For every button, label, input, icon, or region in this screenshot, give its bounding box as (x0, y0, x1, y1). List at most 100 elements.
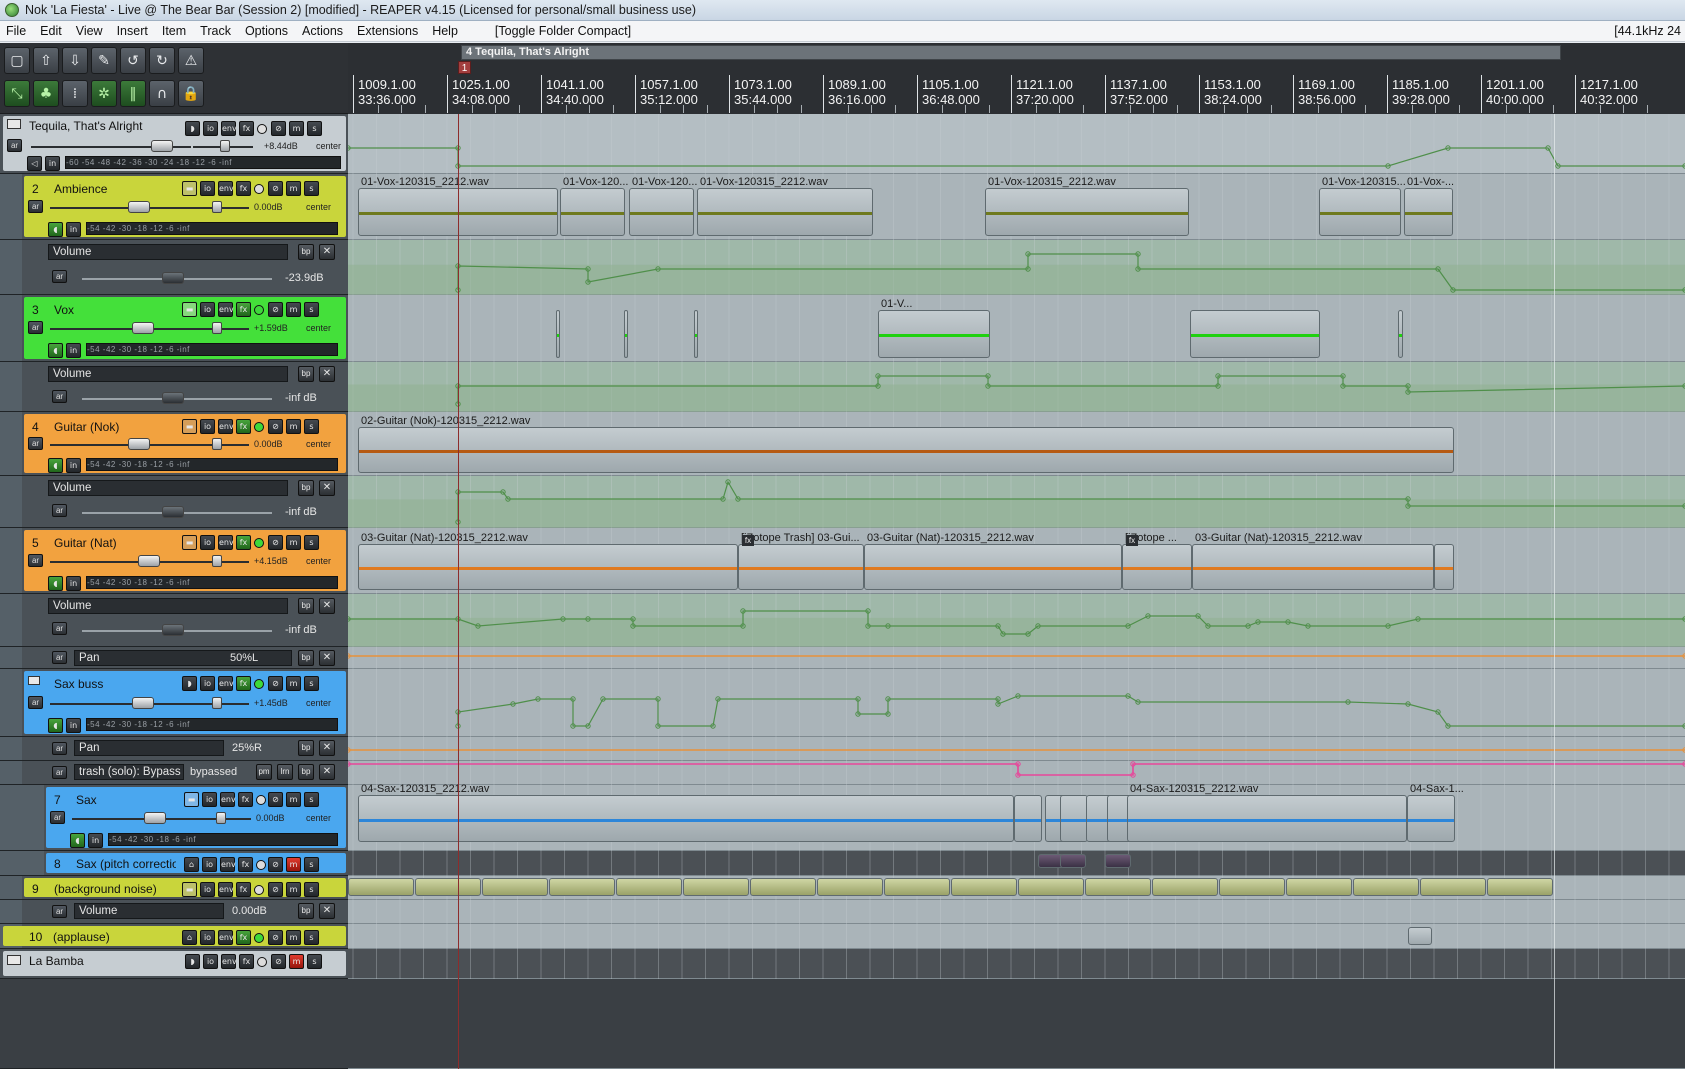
envelope-lane-sax-buss-bypass[interactable]: ar trash (solo): Bypass bypassed pm lrn … (0, 761, 348, 785)
envelope-bypass-button[interactable]: bp (298, 903, 314, 919)
io-button[interactable]: io (203, 954, 218, 969)
fx-enable-icon[interactable] (257, 957, 267, 967)
input-button[interactable]: in (45, 156, 60, 171)
record-mode-button[interactable]: ⊘ (268, 181, 283, 196)
applause-item[interactable] (1408, 927, 1432, 945)
mute-button[interactable]: m (286, 882, 301, 897)
envelope-lane-ambience-volume[interactable]: Volume bp ✕ ar -23.9dB (0, 240, 348, 295)
track-folder-la-bamba[interactable]: La Bamba ◗ io env fx ⊘ m s (0, 949, 348, 979)
fx-enable-icon[interactable] (254, 933, 264, 943)
io-button[interactable]: io (200, 419, 215, 434)
ruler-measure[interactable]: 1169.1.00 38:56.000 (1293, 75, 1385, 113)
env-button[interactable]: env (218, 882, 234, 897)
io-button[interactable]: io (200, 535, 215, 550)
envelope-close-button[interactable]: ✕ (319, 244, 335, 260)
new-project-icon[interactable]: ▢ (4, 47, 30, 74)
envelope-close-button[interactable]: ✕ (319, 480, 335, 496)
arm-button[interactable]: ar (7, 139, 22, 152)
phase-icon[interactable]: ◗ (185, 121, 200, 136)
envelope-lane-guitar-nat-volume[interactable]: Volume bp ✕ ar -inf dB (0, 594, 348, 647)
toggle-folder-compact-button[interactable]: [Toggle Folder Compact] (489, 24, 637, 38)
fx-enable-icon[interactable] (256, 860, 266, 870)
region-bar[interactable]: 4 Tequila, That's Alright (461, 45, 1561, 60)
envelope-name-box[interactable]: Volume (74, 903, 224, 919)
fx-button[interactable]: fx (239, 954, 254, 969)
media-item[interactable]: 04-Sax-120315_2212.wav (358, 783, 1014, 842)
ruler-measure[interactable]: 1185.1.00 39:28.000 (1387, 75, 1479, 113)
menu-insert[interactable]: Insert (110, 24, 155, 38)
record-mode-button[interactable]: ⊘ (268, 676, 283, 691)
folder-state-icon[interactable]: ▬ (184, 792, 199, 807)
media-item[interactable]: [iZotope ... (1122, 532, 1192, 590)
env-button[interactable]: env (220, 857, 236, 872)
env-button[interactable]: env (218, 535, 234, 550)
envelope-lane-guitar-nok-volume[interactable]: Volume bp ✕ ar -inf dB (0, 476, 348, 528)
record-mode-button[interactable]: ⊘ (268, 302, 283, 317)
media-item[interactable] (1434, 544, 1454, 590)
monitor-button[interactable]: ◖ (48, 343, 63, 358)
arrange-view[interactable]: 01-Vox-120315_2212.wav 01-Vox-120... 01-Vo… (348, 114, 1685, 1069)
io-button[interactable]: io (200, 181, 215, 196)
fx-button[interactable]: fx (236, 302, 251, 317)
volume-fader-track[interactable] (50, 561, 200, 563)
track-2-ambience[interactable]: 2 Ambience ▬ io env fx ⊘ m s ar 0.00dB c… (0, 174, 348, 240)
fx-enable-icon[interactable] (256, 795, 266, 805)
input-button[interactable]: in (66, 576, 81, 591)
ruler-measure[interactable]: 1137.1.00 37:52.000 (1105, 75, 1197, 113)
io-button[interactable]: io (202, 792, 217, 807)
mute-button[interactable]: m (286, 857, 301, 872)
pan-knob[interactable] (212, 555, 222, 567)
lock-icon[interactable]: 🔒 (178, 80, 204, 107)
volume-fader-knob[interactable] (128, 438, 150, 450)
item-fx-badge[interactable]: fx (1126, 535, 1138, 546)
ruler-measure[interactable]: 1105.1.00 36:48.000 (917, 75, 1009, 113)
solo-button[interactable]: s (304, 302, 319, 317)
media-item[interactable]: 01-Vox-120... (629, 176, 697, 236)
solo-button[interactable]: s (307, 954, 322, 969)
record-mode-button[interactable]: ⊘ (268, 419, 283, 434)
mute-button[interactable]: m (289, 954, 304, 969)
pan-knob[interactable] (212, 201, 222, 213)
volume-fader-knob[interactable] (151, 140, 173, 152)
envelope-bypass-button[interactable]: bp (298, 366, 314, 382)
envelope-name-box[interactable]: Pan (74, 650, 292, 666)
media-item[interactable]: 01-Vox-120315... (1319, 176, 1406, 236)
solo-button[interactable]: s (304, 882, 319, 897)
envelope-fader-knob[interactable] (162, 392, 184, 404)
input-button[interactable]: in (88, 833, 103, 848)
fx-enable-icon[interactable] (254, 305, 264, 315)
track-name[interactable]: Sax (76, 793, 97, 807)
fx-enable-icon[interactable] (254, 885, 264, 895)
folder-state-icon[interactable]: ▬ (182, 535, 197, 550)
background-noise-item[interactable] (1286, 878, 1352, 896)
record-mode-button[interactable]: ⊘ (268, 792, 283, 807)
media-item[interactable]: 02-Guitar (Nok)-120315_2212.wav (358, 415, 1454, 473)
menu-view[interactable]: View (69, 24, 110, 38)
track-name[interactable]: (applause) (53, 930, 110, 944)
arm-button[interactable]: ar (28, 696, 43, 709)
background-noise-item[interactable] (750, 878, 816, 896)
env-button[interactable]: env (221, 954, 237, 969)
input-button[interactable]: in (66, 458, 81, 473)
background-noise-item[interactable] (1152, 878, 1218, 896)
envelope-arm-button[interactable]: ar (52, 390, 67, 403)
io-button[interactable]: io (200, 302, 215, 317)
phase-icon[interactable]: ◗ (185, 954, 200, 969)
solo-button[interactable]: s (304, 857, 319, 872)
ruler-measure[interactable]: 1217.1.00 40:32.000 (1575, 75, 1667, 113)
arm-button[interactable]: ar (28, 200, 43, 213)
envelope-fader-knob[interactable] (162, 272, 184, 284)
media-item[interactable] (694, 310, 698, 358)
volume-fader-knob[interactable] (132, 322, 154, 334)
media-item[interactable] (1398, 310, 1403, 358)
env-button[interactable]: env (220, 792, 236, 807)
tcp-empty-area[interactable] (0, 979, 348, 1069)
envelope-lane-guitar-nat-pan[interactable]: ar Pan 50%L bp ✕ (0, 647, 348, 669)
track-3-vox[interactable]: 3 Vox ▬ io env fx ⊘ m s ar +1.59dB cente… (0, 295, 348, 362)
media-item[interactable]: 04-Sax-120315_2212.wav (1127, 783, 1407, 842)
envelope-name-box[interactable]: Pan (74, 740, 224, 756)
menu-item[interactable]: Item (155, 24, 193, 38)
track-10-applause[interactable]: 10 (applause) ⌂ io env fx ⊘ m s (0, 924, 348, 949)
envelope-arm-button[interactable]: ar (52, 905, 67, 918)
input-button[interactable]: in (66, 343, 81, 358)
